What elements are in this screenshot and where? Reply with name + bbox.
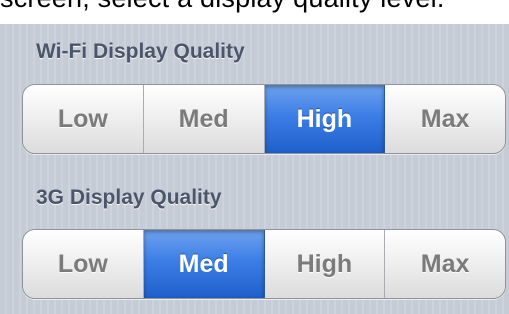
instruction-text-strip: screen, select a display quality level.	[0, 0, 509, 24]
cellular-quality-high-button[interactable]: High	[264, 230, 386, 298]
wifi-quality-high-button[interactable]: High	[264, 85, 386, 153]
wifi-quality-label: Wi-Fi Display Quality	[36, 40, 245, 63]
instruction-text: screen, select a display quality level.	[0, 0, 445, 15]
cellular-quality-med-button[interactable]: Med	[143, 230, 265, 298]
wifi-quality-med-button[interactable]: Med	[143, 85, 265, 153]
cellular-quality-segmented-control: Low Med High Max	[22, 229, 506, 299]
wifi-quality-low-button[interactable]: Low	[23, 85, 144, 153]
cellular-quality-low-button[interactable]: Low	[23, 230, 144, 298]
wifi-quality-segmented-control: Low Med High Max	[22, 84, 506, 154]
cellular-quality-max-button[interactable]: Max	[385, 230, 505, 298]
wifi-quality-max-button[interactable]: Max	[385, 85, 505, 153]
cellular-quality-label: 3G Display Quality	[36, 186, 222, 209]
